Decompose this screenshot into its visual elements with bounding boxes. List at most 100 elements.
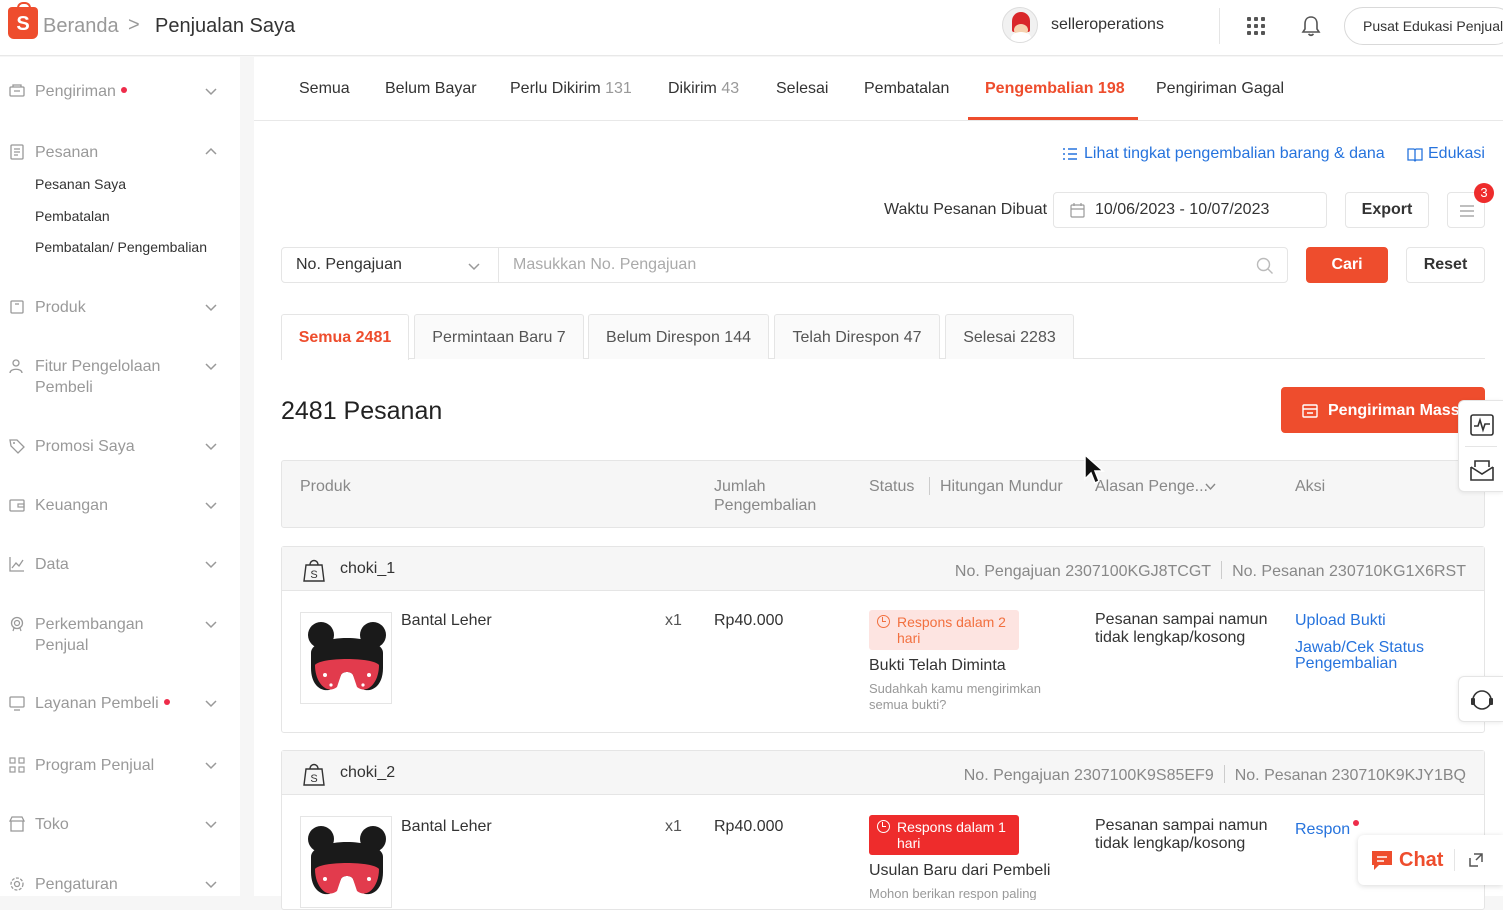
clock-icon xyxy=(877,615,890,628)
reset-button[interactable]: Reset xyxy=(1406,247,1485,283)
mail-icon[interactable] xyxy=(1470,459,1494,481)
sidebar-label-pengiriman: Pengiriman xyxy=(35,81,127,102)
monitor-icon xyxy=(9,696,25,711)
tab-pengiriman-gagal[interactable]: Pengiriman Gagal xyxy=(1156,80,1284,98)
export-button[interactable]: Export xyxy=(1345,192,1429,228)
chevron-down-icon[interactable] xyxy=(205,618,217,630)
floating-tools xyxy=(1458,400,1503,492)
search-icon[interactable] xyxy=(1256,257,1274,275)
seller-education-button[interactable]: Pusat Edukasi Penjual xyxy=(1344,7,1503,45)
respond-link[interactable]: Respon xyxy=(1295,820,1360,838)
status-hint: Sudahkah kamu mengirimkan semua bukti? xyxy=(869,681,1041,712)
edukasi-link[interactable]: Edukasi xyxy=(1428,145,1485,163)
sidebar-label-data: Data xyxy=(35,556,69,573)
breadcrumb-separator-icon: > xyxy=(128,14,140,36)
svg-text:S: S xyxy=(310,773,317,785)
tabs-divider xyxy=(254,120,1503,121)
bell-icon[interactable] xyxy=(1301,15,1321,37)
col-alasan[interactable]: Alasan Penge... xyxy=(1095,477,1208,496)
sidebar-sub-pembatalan[interactable]: Pembatalan xyxy=(35,208,110,224)
chevron-down-icon xyxy=(468,263,480,271)
tools-divider xyxy=(1465,446,1497,447)
date-range-picker[interactable]: 10/06/2023 - 10/07/2023 xyxy=(1053,192,1327,228)
product-name[interactable]: Bantal Leher xyxy=(401,612,492,630)
tab-pembatalan[interactable]: Pembatalan xyxy=(864,80,949,98)
tag-icon xyxy=(9,439,25,454)
col-status: Status xyxy=(869,478,915,495)
user-group-icon xyxy=(9,359,23,374)
chevron-up-icon[interactable] xyxy=(205,146,217,158)
apps-grid-icon[interactable] xyxy=(1247,17,1265,35)
product-qty: x1 xyxy=(665,612,682,629)
shop-name[interactable]: choki_2 xyxy=(340,764,395,782)
chat-bubble-icon xyxy=(1372,851,1392,870)
response-deadline-badge: Respons dalam 1 hari xyxy=(869,815,1019,855)
col-jumlah-2: Pengembalian xyxy=(714,497,817,514)
notification-dot xyxy=(163,699,170,705)
response-deadline-badge: Respons dalam 2 hari xyxy=(869,610,1019,650)
tab-perlu-dikirim[interactable]: Perlu Dikirim 131 xyxy=(510,80,632,98)
product-name[interactable]: Bantal Leher xyxy=(401,818,492,836)
subtab-semua[interactable]: Semua 2481 xyxy=(281,314,409,360)
tab-dikirim[interactable]: Dikirim 43 xyxy=(668,80,739,98)
wallet-icon xyxy=(9,499,25,512)
return-rate-link[interactable]: Lihat tingkat pengembalian barang & dana xyxy=(1084,145,1385,163)
sidebar-label-fitur-1: Fitur Pengelolaan xyxy=(35,358,161,375)
order-numbers: No. Pengajuan 2307100KGJ8TCGT No. Pesanan… xyxy=(955,561,1466,581)
subtab-selesai[interactable]: Selesai 2283 xyxy=(945,314,1074,359)
no-pesanan: No. Pesanan 230710K9KJY1BQ xyxy=(1234,767,1466,784)
chevron-down-icon[interactable] xyxy=(205,697,217,709)
return-reason: Pesanan sampai namun tidak lengkap/koson… xyxy=(1095,611,1268,646)
mass-shipping-button[interactable]: Pengiriman Massal xyxy=(1281,387,1485,433)
return-reason: Pesanan sampai namun tidak lengkap/koson… xyxy=(1095,817,1268,852)
line-chart-icon xyxy=(9,557,24,572)
chevron-down-icon[interactable] xyxy=(205,759,217,771)
chat-widget[interactable]: Chat xyxy=(1358,835,1503,885)
avatar[interactable] xyxy=(1002,7,1038,43)
sidebar-sub-pembatalan-pengembalian[interactable]: Pembatalan/ Pengembalian xyxy=(35,239,207,255)
product-image[interactable] xyxy=(300,816,392,908)
search-input[interactable]: Masukkan No. Pengajuan xyxy=(498,247,1288,283)
product-image[interactable] xyxy=(300,612,392,704)
status-hint: Mohon berikan respon paling xyxy=(869,886,1037,900)
chevron-down-icon[interactable] xyxy=(1205,481,1216,492)
tab-semua[interactable]: Semua xyxy=(299,80,350,98)
chevron-down-icon[interactable] xyxy=(205,301,217,313)
chevron-down-icon[interactable] xyxy=(205,558,217,570)
subtab-permintaan-baru[interactable]: Permintaan Baru 7 xyxy=(414,314,584,359)
chevron-down-icon[interactable] xyxy=(205,440,217,452)
sidebar-label-promosi: Promosi Saya xyxy=(35,438,135,455)
shopee-logo-icon[interactable]: S xyxy=(8,2,38,39)
mass-shipping-label: Pengiriman Massal xyxy=(1328,402,1473,419)
search-button[interactable]: Cari xyxy=(1306,247,1388,283)
tab-selesai[interactable]: Selesai xyxy=(776,80,828,98)
date-filter-label: Waktu Pesanan Dibuat xyxy=(884,201,1048,218)
chat-divider xyxy=(1454,849,1455,871)
chevron-down-icon[interactable] xyxy=(205,499,217,511)
username[interactable]: selleroperations xyxy=(1051,16,1164,34)
truck-icon xyxy=(9,84,25,97)
menu-icon xyxy=(1460,205,1474,217)
search-type-select[interactable]: No. Pengajuan xyxy=(281,247,499,283)
chevron-down-icon[interactable] xyxy=(205,818,217,830)
sidebar-sub-pesanan-saya[interactable]: Pesanan Saya xyxy=(35,176,126,192)
answer-check-status-link[interactable]: Jawab/Cek Status Pengembalian xyxy=(1295,640,1455,672)
chevron-down-icon[interactable] xyxy=(205,85,217,97)
subtab-belum-direspon[interactable]: Belum Direspon 144 xyxy=(588,314,769,359)
tab-pengembalian[interactable]: Pengembalian 198 xyxy=(985,80,1125,98)
headset-icon[interactable] xyxy=(1469,687,1495,713)
notification-dot xyxy=(120,87,127,93)
top-header: S Beranda > Penjualan Saya selleroperati… xyxy=(0,0,1503,56)
subtab-telah-direspon[interactable]: Telah Direspon 47 xyxy=(774,314,940,359)
customer-service-float[interactable] xyxy=(1458,676,1503,722)
shop-name[interactable]: choki_1 xyxy=(340,560,395,578)
expand-icon[interactable] xyxy=(1468,852,1484,868)
sidebar-label-perkembangan-2: Penjual xyxy=(35,637,89,654)
activity-monitor-icon[interactable] xyxy=(1470,414,1494,436)
chevron-down-icon[interactable] xyxy=(205,360,217,372)
chevron-down-icon[interactable] xyxy=(205,878,217,890)
breadcrumb-home[interactable]: Beranda xyxy=(43,15,119,38)
tab-belum-bayar[interactable]: Belum Bayar xyxy=(385,80,477,98)
shop-bag-icon: S xyxy=(303,559,325,582)
upload-proof-link[interactable]: Upload Bukti xyxy=(1295,613,1386,629)
